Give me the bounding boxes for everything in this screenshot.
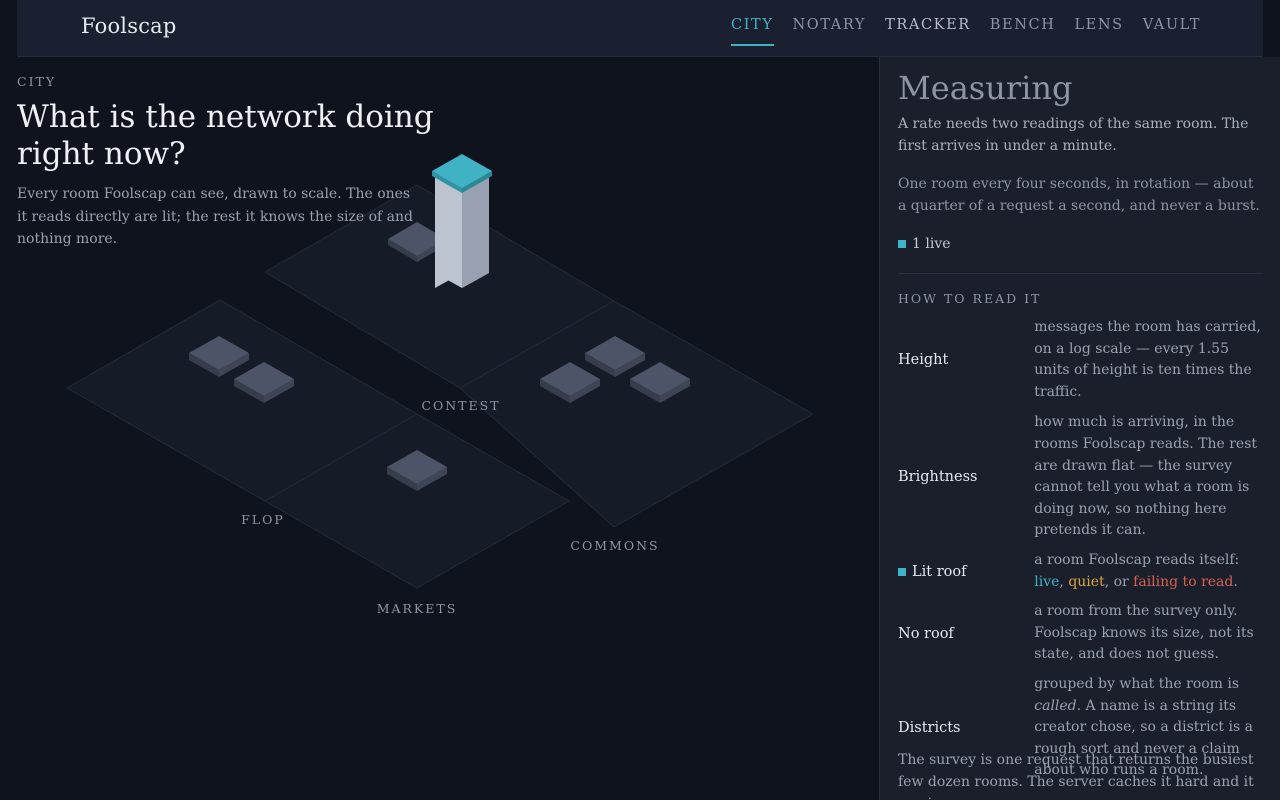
top-bar: Foolscap CITY NOTARY TRACKER BENCH LENS … <box>17 0 1263 57</box>
legend-term-lit-roof-label: Lit roof <box>912 563 967 580</box>
districts-desc-pre: grouped by what the room is <box>1034 675 1240 692</box>
legend-desc-brightness: how much is arriving, in the rooms Fools… <box>1034 414 1258 539</box>
room-contest-live-tower[interactable] <box>432 154 492 288</box>
city-view: CONTEST FLOP COMMONS MARKETS CITY What i… <box>17 57 879 800</box>
legend-term-no-roof: No roof <box>898 625 954 642</box>
nav-tab-notary[interactable]: NOTARY <box>793 0 867 46</box>
panel-title: Measuring <box>898 69 1073 107</box>
nav-tab-vault[interactable]: VAULT <box>1143 0 1201 46</box>
legend-term-height: Height <box>898 352 949 369</box>
districts-desc-em: called <box>1034 697 1077 714</box>
page-lede: Every room Foolscap can see, drawn to sc… <box>17 186 413 247</box>
district-label-markets: MARKETS <box>377 601 458 616</box>
legend-row-height: Height messages the room has carried, on… <box>898 317 1263 403</box>
panel-intro: A rate needs two readings of the same ro… <box>898 116 1249 154</box>
nav-tab-tracker[interactable]: TRACKER <box>885 0 971 46</box>
district-label-flop: FLOP <box>241 512 285 527</box>
legend-term-lit-roof: Lit roof <box>898 564 1034 580</box>
nav-tab-bench[interactable]: BENCH <box>990 0 1056 46</box>
live-status: 1 live <box>898 236 951 252</box>
panel-closing-note: The survey is one request that returns t… <box>898 752 1254 800</box>
legend-row-lit-roof: Lit roof a room Foolscap reads itself: l… <box>898 550 1263 593</box>
panel-rule <box>898 273 1263 274</box>
status-quiet-text: quiet <box>1068 573 1105 590</box>
legend-term-districts: Districts <box>898 719 961 736</box>
status-live-text: live <box>1034 573 1060 590</box>
lit-roof-square-icon <box>898 567 906 576</box>
lit-roof-end: . <box>1233 573 1238 590</box>
legend-desc-lit-roof: a room Foolscap reads itself: live, quie… <box>1034 550 1263 593</box>
legend-row-brightness: Brightness how much is arriving, in the … <box>898 412 1263 542</box>
main-nav: CITY NOTARY TRACKER BENCH LENS VAULT <box>731 0 1201 57</box>
panel-rate-note: One room every four seconds, in rotation… <box>898 176 1260 214</box>
legend-term-brightness: Brightness <box>898 469 978 486</box>
nav-tab-city[interactable]: CITY <box>731 0 774 46</box>
lit-roof-sep-1: , <box>1059 573 1069 590</box>
page-title: What is the network doing right now? <box>17 99 434 172</box>
nav-tab-lens[interactable]: LENS <box>1074 0 1123 46</box>
lit-roof-desc-text: a room Foolscap reads itself: <box>1034 551 1240 568</box>
legend-row-no-roof: No roof a room from the survey only. Foo… <box>898 601 1263 666</box>
status-failing-text: failing to read <box>1133 573 1234 590</box>
district-label-contest: CONTEST <box>421 398 500 413</box>
brand-logo[interactable]: Foolscap <box>81 14 177 38</box>
district-label-commons: COMMONS <box>570 538 659 553</box>
legend-desc-height: messages the room has carried, on a log … <box>1034 319 1261 400</box>
legend-list: Height messages the room has carried, on… <box>898 317 1263 782</box>
section-kicker: CITY <box>17 74 57 89</box>
live-count: 1 live <box>912 236 951 252</box>
live-square-icon <box>898 240 906 248</box>
how-to-read-heading: HOW TO READ IT <box>898 291 1042 306</box>
info-panel: Measuring A rate needs two readings of t… <box>880 57 1280 800</box>
lit-roof-sep-2: , or <box>1104 573 1134 590</box>
legend-desc-no-roof: a room from the survey only. Foolscap kn… <box>1034 603 1254 663</box>
